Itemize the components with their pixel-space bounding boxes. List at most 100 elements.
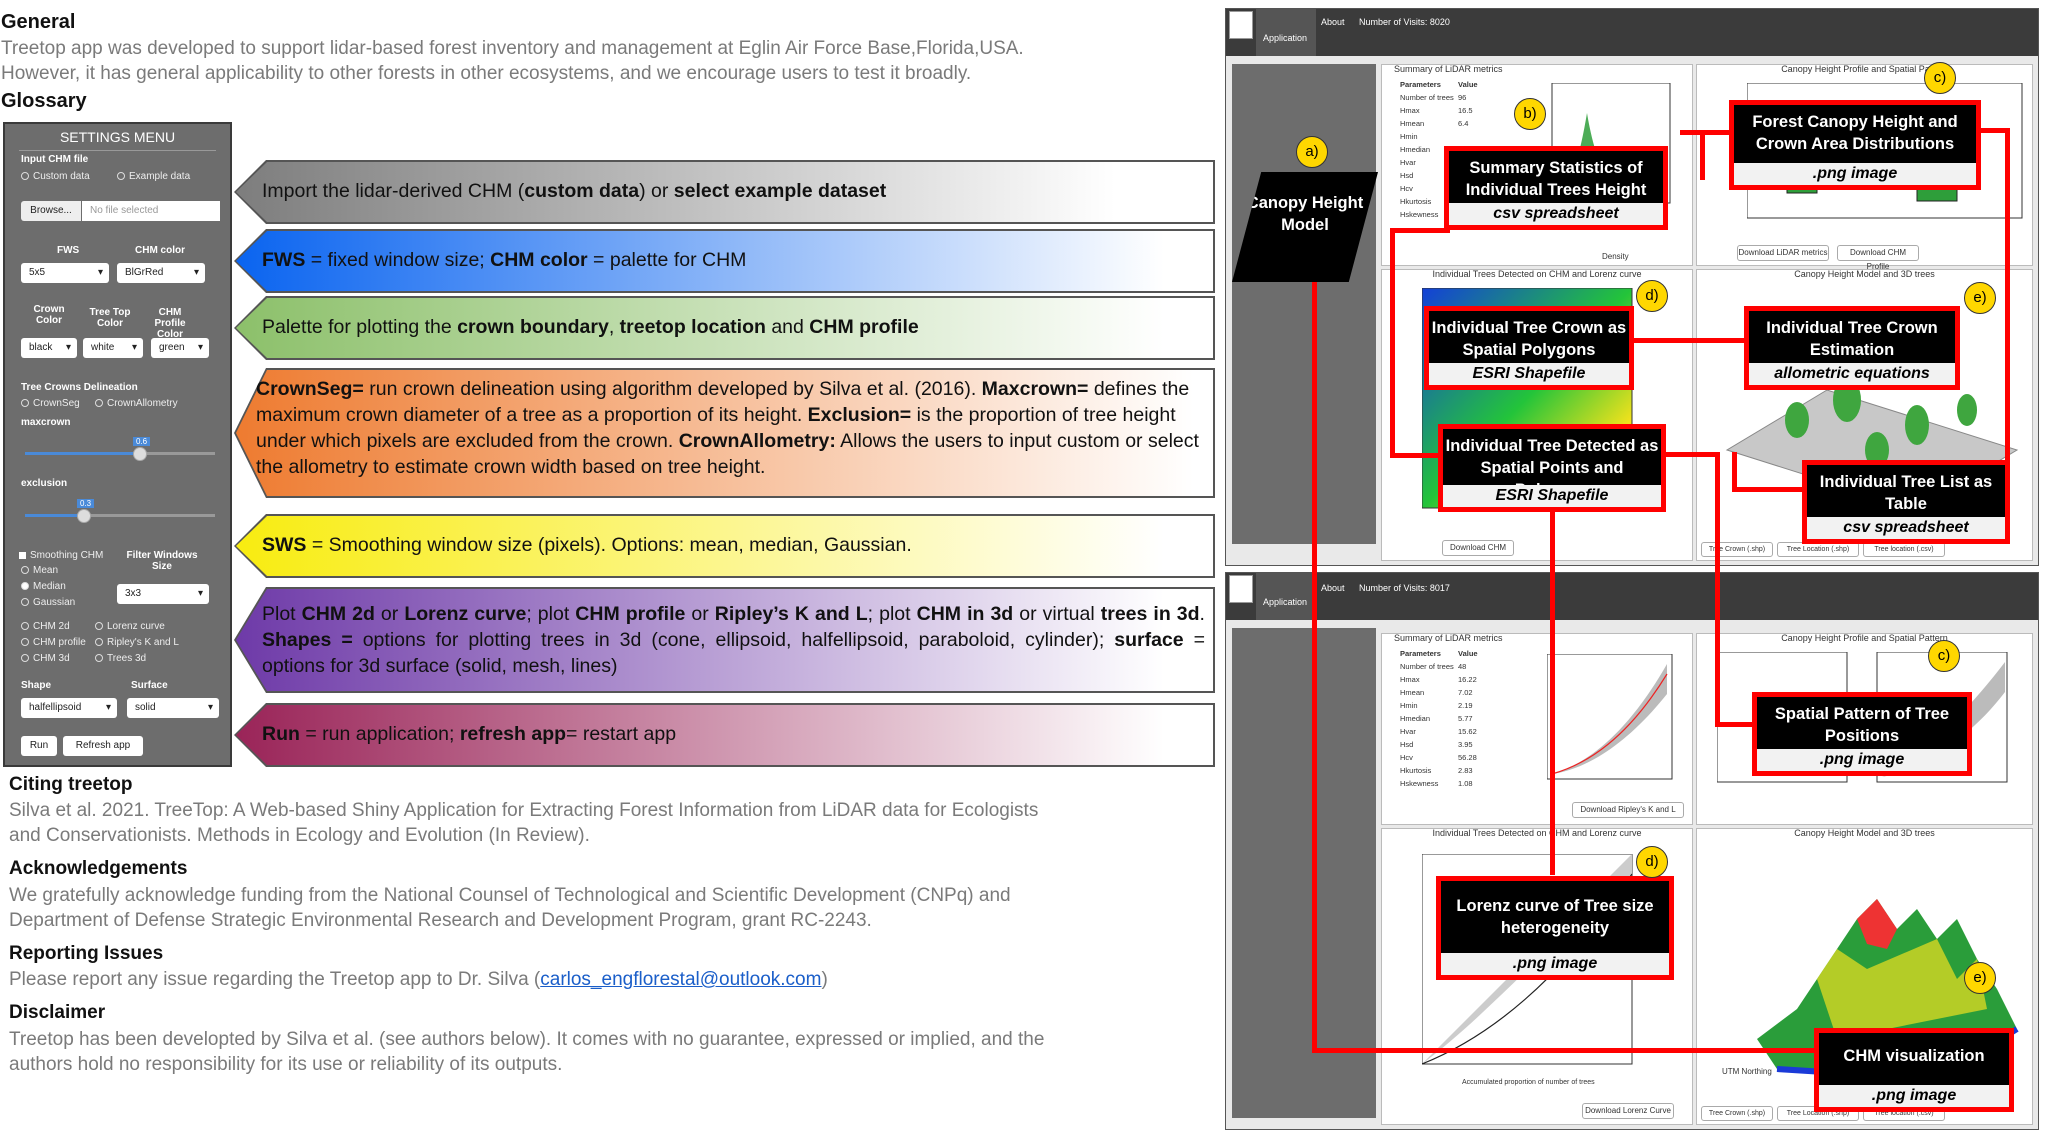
badge-b: b) <box>1514 98 1546 130</box>
tab-about[interactable]: About <box>1321 17 1345 27</box>
download-lorenz-button[interactable]: Download Lorenz Curve <box>1582 1103 1674 1119</box>
utm-northing-label: UTM Northing <box>1722 1067 1772 1076</box>
ack-heading: Acknowledgements <box>9 858 188 879</box>
connector-line <box>1715 722 1755 727</box>
email-link[interactable]: carlos_engflorestal@outlook.com <box>540 969 821 990</box>
slider-handle[interactable] <box>77 509 91 523</box>
general-line-2: However, it has general applicability to… <box>1 63 972 84</box>
median-radio[interactable]: Median <box>21 581 66 592</box>
exclusion-value: 0.3 <box>77 499 95 508</box>
download-chm-button[interactable]: Download CHM <box>1442 540 1514 556</box>
radio-icon <box>21 172 29 181</box>
exclusion-label: exclusion <box>21 478 68 489</box>
download-location-button[interactable]: Tree Location (.shp) <box>1777 542 1859 557</box>
surface-select[interactable]: solid <box>127 698 219 718</box>
connector-line <box>1732 487 1807 492</box>
connector-line <box>2005 128 2010 488</box>
connector-line <box>1630 338 1745 343</box>
lorenz-radio[interactable]: Lorenz curve <box>95 621 165 632</box>
connector-line <box>1390 228 1395 458</box>
connector-line <box>1715 452 1720 727</box>
chm-profile-radio[interactable]: CHM profile <box>21 637 86 648</box>
filter-select[interactable]: 3x3 <box>117 584 209 604</box>
smoothing-checkbox[interactable]: Smoothing CHM <box>19 550 103 561</box>
badge-e-bottom: e) <box>1964 962 1996 994</box>
arrow-run: Run = run application; refresh app= rest… <box>234 703 1215 767</box>
chm2d-radio[interactable]: CHM 2d <box>21 621 70 632</box>
radio-icon <box>117 172 125 181</box>
app-logo <box>1229 575 1253 603</box>
summary-title-bottom: Summary of LiDAR metrics <box>1394 633 1503 643</box>
refresh-button[interactable]: Refresh app <box>63 736 143 756</box>
connector-line <box>1732 452 1737 492</box>
crownallometry-radio[interactable]: CrownAllometry <box>95 398 178 409</box>
tab-application[interactable]: Application <box>1256 9 1316 56</box>
callout-spatial-pattern: Spatial Pattern of Tree Positions .png i… <box>1752 692 1972 776</box>
download-crown-button[interactable]: Tree Crown (.shp) <box>1701 542 1773 557</box>
disclaimer-line-1: Treetop has been developted by Silva et … <box>9 1029 1045 1050</box>
trees3d-radio[interactable]: Trees 3d <box>95 653 146 664</box>
callout-lorenz: Lorenz curve of Tree size heterogeneity … <box>1436 876 1674 980</box>
lorenz-title: Individual Trees Detected on CHM and Lor… <box>1432 828 1642 838</box>
download-ripley-button[interactable]: Download Ripley's K and L <box>1572 802 1684 818</box>
example-data-radio[interactable]: Example data <box>117 171 190 182</box>
gaussian-radio[interactable]: Gaussian <box>21 597 75 608</box>
arrow-palette: Palette for plotting the crown boundary,… <box>234 296 1215 360</box>
radio-icon <box>95 622 103 631</box>
download-profile-button[interactable]: Download CHM Profile <box>1837 245 1919 271</box>
crown-color-label: Crown Color <box>33 304 65 326</box>
citing-line-2: and Conservationists. Methods in Ecology… <box>9 825 590 846</box>
arrow-fws: FWS = fixed window size; CHM color = pal… <box>234 229 1215 293</box>
ripley-radio[interactable]: Ripley's K and L <box>95 637 179 648</box>
app-logo <box>1229 11 1253 39</box>
chm-profile-color-select[interactable]: green <box>151 338 209 358</box>
run-button[interactable]: Run <box>21 736 57 756</box>
download-crown-button-bottom[interactable]: Tree Crown (.shp) <box>1701 1106 1773 1121</box>
radio-icon <box>21 582 29 591</box>
custom-data-radio[interactable]: Custom data <box>21 171 90 182</box>
callout-tree-crown-poly: Individual Tree Crown as Spatial Polygon… <box>1424 306 1634 390</box>
density-label: Density <box>1602 252 1629 261</box>
connector-line <box>1680 130 1730 135</box>
arrow-run-text: Run = run application; refresh app= rest… <box>262 723 677 745</box>
arrow-plot: Plot CHM 2d or Lorenz curve; plot CHM pr… <box>234 587 1215 693</box>
radio-icon <box>21 566 29 575</box>
badge-c-top: c) <box>1924 62 1956 94</box>
shape-select[interactable]: halfellipsoid <box>21 698 117 718</box>
chm-color-select[interactable]: BlGrRed <box>117 263 205 283</box>
chm-profile-color-label: CHM Profile Color <box>154 307 186 340</box>
tab-about-bottom[interactable]: About <box>1321 583 1345 593</box>
chm3d-radio[interactable]: CHM 3d <box>21 653 70 664</box>
app-side-menu <box>1232 64 1376 544</box>
crownseg-radio[interactable]: CrownSeg <box>21 398 80 409</box>
exclusion-slider[interactable]: 0.3 <box>25 499 215 523</box>
mean-radio[interactable]: Mean <box>21 565 58 576</box>
slider-handle[interactable] <box>133 447 147 461</box>
reporting-text: Please report any issue regarding the Tr… <box>9 969 828 990</box>
radio-icon <box>21 654 29 663</box>
app-side-menu-bottom <box>1232 628 1376 1118</box>
fws-select[interactable]: 5x5 <box>21 263 109 283</box>
visits-count: Number of Visits: 8020 <box>1359 17 1450 27</box>
chm-color-label: CHM color <box>135 245 185 256</box>
filter-windows-label: Filter Windows Size <box>126 550 198 572</box>
surface-label: Surface <box>131 680 168 691</box>
file-input[interactable]: No file selected <box>82 201 220 221</box>
callout-tree-list: Individual Tree List as Table csv spread… <box>1802 460 2010 544</box>
download-lidar-button[interactable]: Download LiDAR metrics <box>1737 245 1829 261</box>
radio-icon <box>95 638 103 647</box>
connector-line <box>1660 452 1720 457</box>
download-location-csv-button[interactable]: Tree location (.csv) <box>1863 542 1945 557</box>
maxcrown-slider[interactable]: 0.6 <box>25 437 215 461</box>
treetop-color-select[interactable]: white <box>83 338 143 358</box>
tab-application-bottom[interactable]: Application <box>1256 573 1316 620</box>
radio-icon <box>95 654 103 663</box>
crown-color-select[interactable]: black <box>21 338 77 358</box>
reporting-heading: Reporting Issues <box>9 943 164 964</box>
callout-tree-detected: Individual Tree Detected as Spatial Poin… <box>1438 424 1666 512</box>
callout-chm-vis: CHM visualization .png image <box>1814 1028 2014 1112</box>
browse-button[interactable]: Browse... <box>21 201 81 221</box>
badge-c-bottom: c) <box>1928 640 1960 672</box>
app-navbar-bottom: Application About Number of Visits: 8017 <box>1226 573 2038 620</box>
maxcrown-label: maxcrown <box>21 417 71 428</box>
